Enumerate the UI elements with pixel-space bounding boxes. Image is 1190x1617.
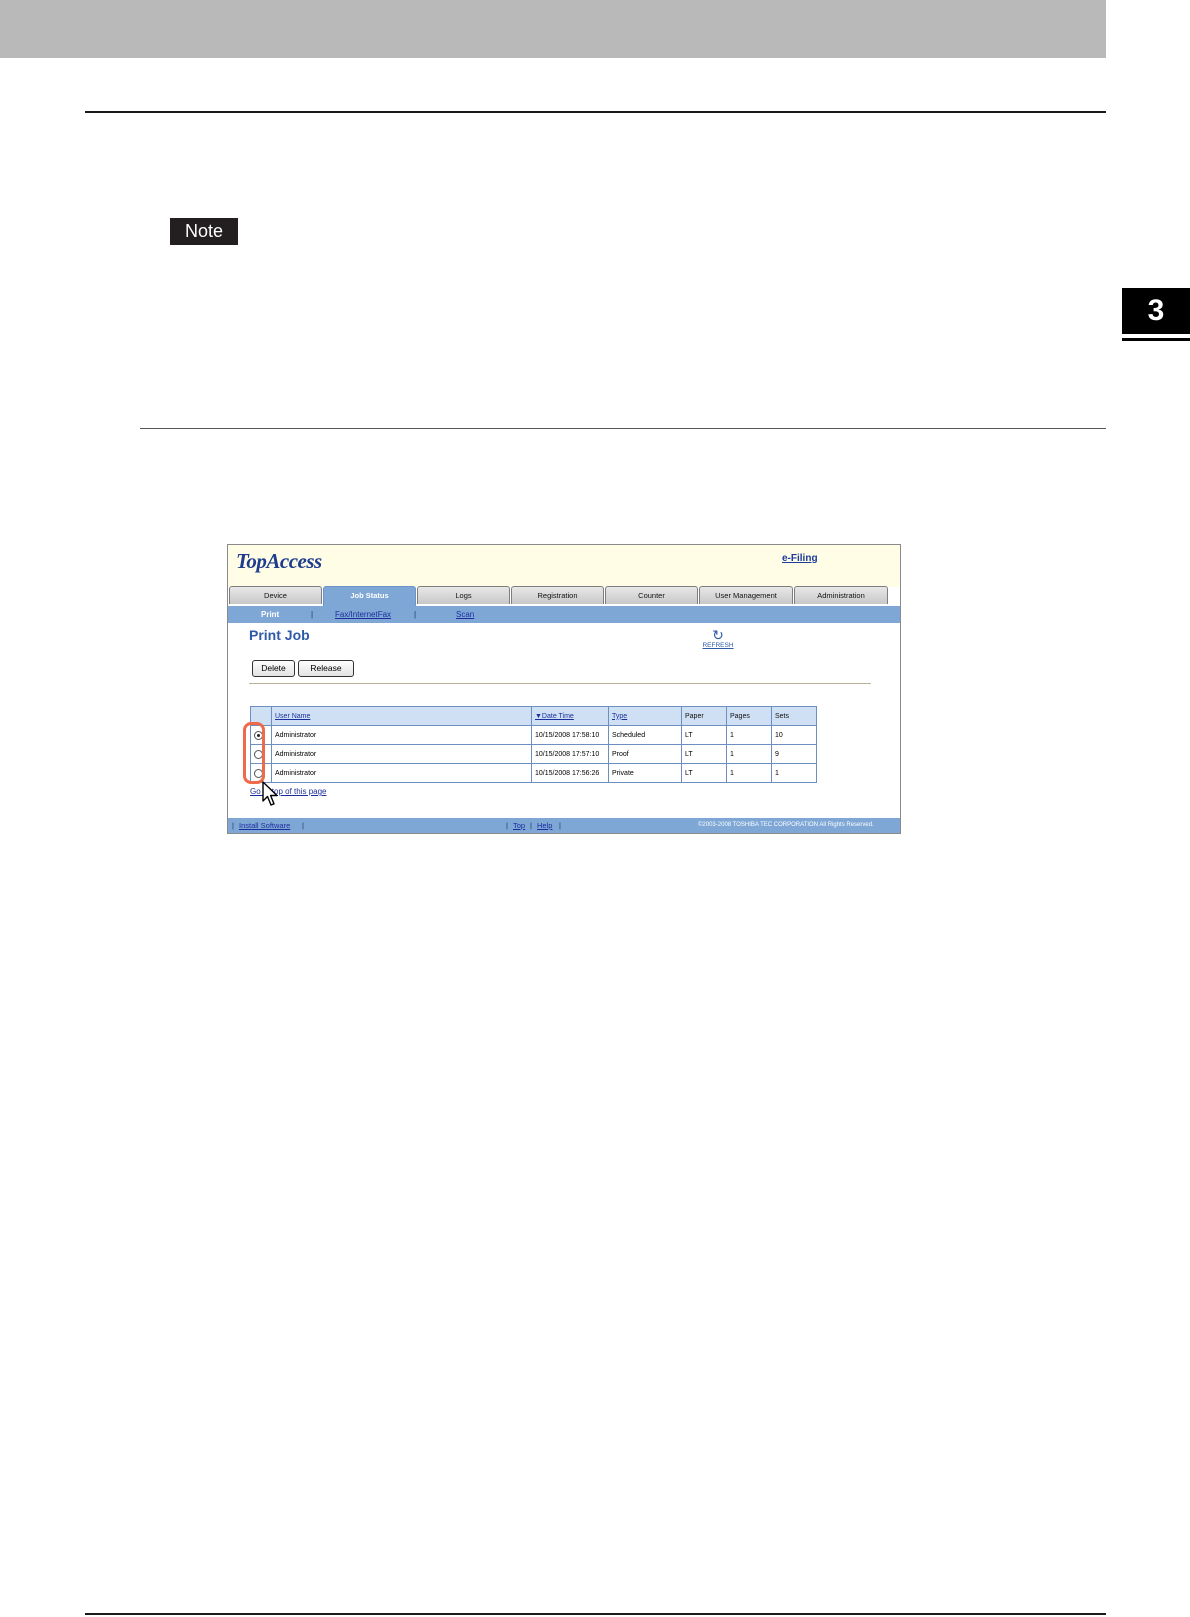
app-footer: | Install Software | | Top | Help | ©200…: [228, 818, 900, 833]
user-name-cell: Administrator: [271, 763, 532, 783]
page-header-band: [0, 0, 1106, 58]
sets-cell: 1: [771, 763, 817, 783]
footer-help-link[interactable]: Help: [537, 818, 552, 833]
pages-cell: 1: [726, 763, 772, 783]
delete-button[interactable]: Delete: [252, 660, 295, 677]
toolbar-divider: [249, 683, 871, 684]
column-header-user-name[interactable]: User Name: [271, 706, 532, 726]
install-software-link[interactable]: Install Software: [239, 818, 290, 833]
topaccess-screenshot: TopAccess e-Filing Device Job Status Log…: [227, 544, 901, 834]
column-header-paper: Paper: [681, 706, 727, 726]
refresh-icon: ↻: [712, 627, 724, 643]
footer-top-link[interactable]: Top: [513, 818, 525, 833]
efiling-link[interactable]: e-Filing: [782, 553, 818, 564]
paper-cell: LT: [681, 763, 727, 783]
footer-separator: |: [302, 821, 304, 830]
user-name-cell: Administrator: [271, 744, 532, 764]
column-header-date-time[interactable]: ▼Date Time: [531, 706, 609, 726]
refresh-label: REFRESH: [702, 642, 734, 649]
paper-cell: LT: [681, 744, 727, 764]
main-tabs: Device Job Status Logs Registration Coun…: [228, 586, 900, 606]
pages-cell: 1: [726, 725, 772, 745]
column-header-type[interactable]: Type: [608, 706, 682, 726]
chapter-tab: 3: [1122, 288, 1190, 338]
type-cell: Proof: [608, 744, 682, 764]
table-header-row: User Name ▼Date Time Type Paper Pages Se…: [250, 706, 817, 726]
refresh-button[interactable]: ↻ REFRESH: [698, 628, 738, 649]
pages-cell: 1: [726, 744, 772, 764]
table-row: Administrator 10/15/2008 17:58:10 Schedu…: [250, 725, 817, 745]
date-time-cell: 10/15/2008 17:58:10: [531, 725, 609, 745]
tab-device[interactable]: Device: [229, 586, 322, 604]
footer-separator: |: [530, 821, 532, 830]
subnav-separator: |: [311, 610, 314, 619]
paper-cell: LT: [681, 725, 727, 745]
tab-registration[interactable]: Registration: [511, 586, 604, 604]
sub-navigation: Print | Fax/InternetFax | Scan: [228, 606, 900, 623]
subnav-scan[interactable]: Scan: [456, 606, 474, 623]
radio-highlight-callout: [243, 722, 265, 784]
sets-cell: 9: [771, 744, 817, 764]
subnav-fax[interactable]: Fax/InternetFax: [335, 606, 391, 623]
section-rule-middle: [140, 428, 1106, 429]
type-cell: Private: [608, 763, 682, 783]
subnav-print[interactable]: Print: [261, 606, 279, 623]
section-rule-top: [85, 111, 1106, 113]
tab-job-status[interactable]: Job Status: [323, 586, 416, 606]
footer-separator: |: [232, 821, 234, 830]
note-badge: Note: [170, 218, 238, 245]
tab-logs[interactable]: Logs: [417, 586, 510, 604]
table-row: Administrator 10/15/2008 17:57:10 Proof …: [250, 744, 817, 764]
topaccess-logo: TopAccess: [236, 549, 322, 573]
footer-separator: |: [559, 821, 561, 830]
release-button[interactable]: Release: [298, 660, 354, 677]
footer-separator: |: [506, 821, 508, 830]
tab-user-management[interactable]: User Management: [699, 586, 793, 604]
app-header: TopAccess e-Filing: [228, 545, 900, 587]
table-row: Administrator 10/15/2008 17:56:26 Privat…: [250, 763, 817, 783]
print-job-table: User Name ▼Date Time Type Paper Pages Se…: [250, 706, 817, 783]
tab-administration[interactable]: Administration: [794, 586, 888, 604]
page-rule-bottom: [85, 1613, 1106, 1615]
date-time-cell: 10/15/2008 17:56:26: [531, 763, 609, 783]
tab-counter[interactable]: Counter: [605, 586, 698, 604]
column-header-pages: Pages: [726, 706, 772, 726]
date-time-cell: 10/15/2008 17:57:10: [531, 744, 609, 764]
mouse-pointer-icon: [262, 781, 278, 806]
page-title: Print Job: [249, 627, 310, 643]
subnav-separator: |: [414, 610, 417, 619]
type-cell: Scheduled: [608, 725, 682, 745]
column-header-sets: Sets: [771, 706, 817, 726]
copyright-text: ©2003-2008 TOSHIBA TEC CORPORATION All R…: [698, 822, 874, 828]
user-name-cell: Administrator: [271, 725, 532, 745]
sets-cell: 10: [771, 725, 817, 745]
